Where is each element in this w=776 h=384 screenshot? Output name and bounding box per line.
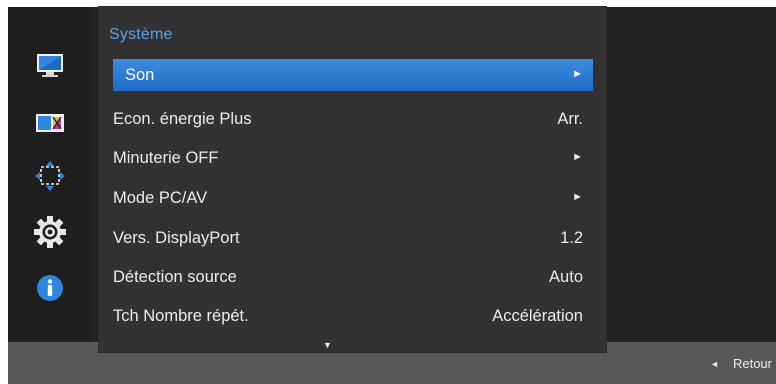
picture-icon [35, 53, 65, 84]
menu-item-son[interactable]: Son ► [113, 59, 593, 91]
color-icon [35, 112, 65, 139]
info-icon [35, 273, 65, 308]
menu-item-detection-source[interactable]: Détection source Auto [113, 261, 593, 293]
back-hint[interactable]: ◄ Retour [710, 356, 772, 371]
scroll-down-icon[interactable]: ▼ [323, 340, 332, 350]
menu-item-label: Vers. DisplayPort [113, 229, 240, 247]
submenu-arrow-icon: ► [572, 151, 583, 163]
submenu-arrow-icon: ► [572, 191, 583, 203]
menu-item-vers-displayport[interactable]: Vers. DisplayPort 1.2 [113, 222, 593, 254]
menu-item-label: Son [125, 66, 155, 84]
menu-item-label: Détection source [113, 268, 237, 286]
menu-item-value: Accélération [492, 307, 583, 325]
back-label: Retour [732, 356, 772, 371]
system-menu-panel: Système Son ► Econ. énergie Plus Arr. Mi… [99, 7, 606, 352]
sidebar-item-position[interactable] [30, 160, 70, 196]
settings-gear-icon [33, 215, 67, 254]
sidebar-item-color[interactable] [30, 108, 70, 142]
menu-item-tch-nombre-repet[interactable]: Tch Nombre répét. Accélération [113, 300, 593, 332]
category-sidebar [8, 7, 91, 342]
back-arrow-icon: ◄ [710, 359, 719, 369]
osd-screen: Système Son ► Econ. énergie Plus Arr. Mi… [8, 7, 776, 384]
submenu-arrow-icon: ► [572, 68, 583, 80]
menu-item-value: Auto [549, 268, 583, 286]
menu-item-value: 1.2 [560, 229, 583, 247]
menu-item-econ-energie-plus[interactable]: Econ. énergie Plus Arr. [113, 103, 593, 135]
menu-item-label: Econ. énergie Plus [113, 110, 252, 128]
menu-item-minuterie-off[interactable]: Minuterie OFF ► [113, 142, 593, 174]
menu-item-value: Arr. [557, 110, 583, 128]
sidebar-item-information[interactable] [30, 273, 70, 307]
menu-title: Système [109, 26, 173, 43]
sidebar-item-system[interactable] [30, 215, 70, 254]
menu-item-label: Tch Nombre répét. [113, 307, 249, 325]
sidebar-item-picture[interactable] [30, 51, 70, 85]
position-icon [34, 160, 66, 196]
menu-item-label: Minuterie OFF [113, 149, 219, 167]
menu-item-label: Mode PC/AV [113, 189, 208, 207]
menu-item-mode-pc-av[interactable]: Mode PC/AV ► [113, 182, 593, 214]
